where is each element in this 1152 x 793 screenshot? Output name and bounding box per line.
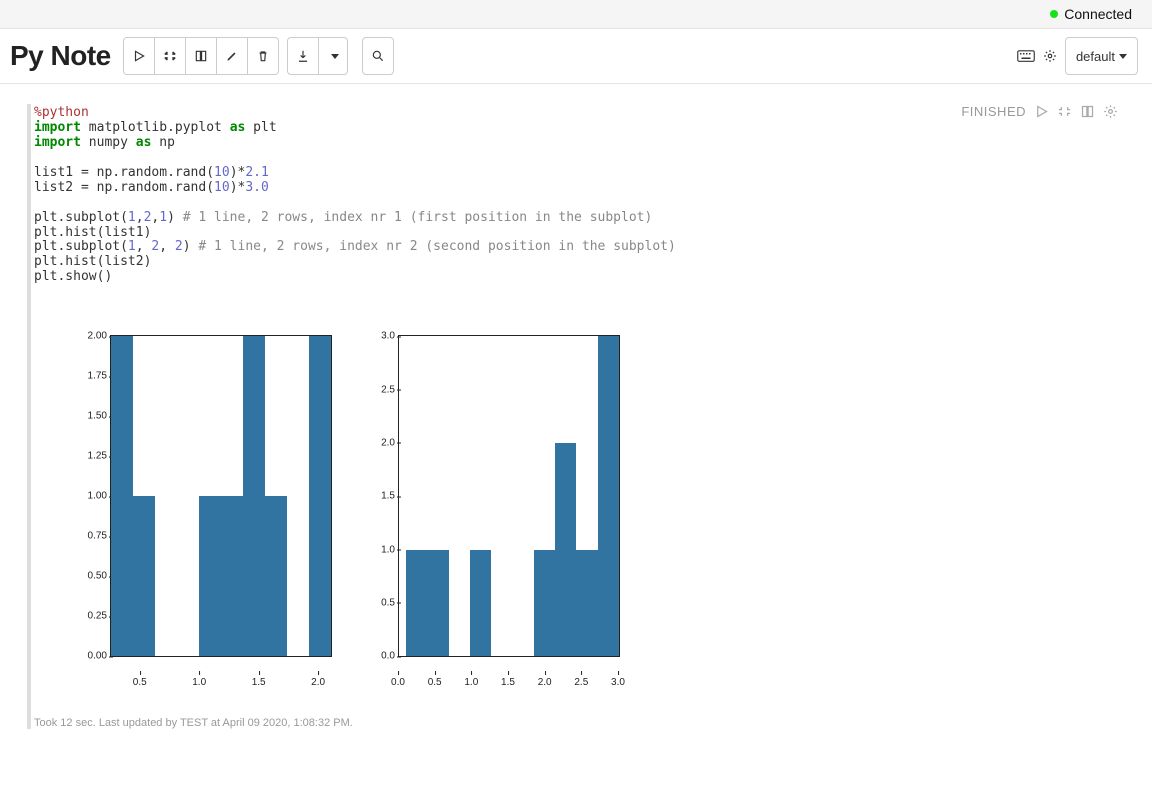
download-button[interactable]: [287, 37, 319, 75]
notebook-title[interactable]: Py Note: [10, 40, 111, 72]
xtick-label: 3.0: [611, 677, 625, 688]
cell-output: 0.000.250.500.751.001.251.501.752.00 0.5…: [74, 335, 1118, 673]
chevron-down-icon: [331, 54, 339, 59]
pencil-icon: [225, 49, 239, 63]
xtick-label: 1.0: [192, 677, 206, 688]
xtick-label: 1.5: [501, 677, 515, 688]
top-status-bar: Connected: [0, 0, 1152, 29]
code-editor[interactable]: %python import matplotlib.pyplot as plt …: [34, 104, 1118, 285]
ytick-label: 1.5: [363, 491, 395, 502]
histogram-right: 0.00.51.01.52.02.53.0 0.00.51.01.52.02.5…: [398, 335, 620, 673]
edit-button[interactable]: [217, 37, 248, 75]
compress-icon: [163, 49, 177, 63]
cell-status: FINISHED: [961, 104, 1026, 119]
download-menu-button[interactable]: [319, 37, 348, 75]
show-code-button[interactable]: [186, 37, 217, 75]
export-group: [287, 37, 348, 75]
cell-toolbar: FINISHED: [961, 104, 1118, 119]
notebook-body: FINISHED %python import matplotlib.pyplo…: [0, 84, 1152, 749]
histogram-bar: [428, 550, 449, 657]
run-all-button[interactable]: [123, 37, 155, 75]
settings-button[interactable]: [1043, 49, 1057, 63]
xtick-label: 0.0: [391, 677, 405, 688]
xtick-label: 1.5: [252, 677, 266, 688]
ytick-label: 2.00: [75, 331, 107, 342]
cell-footer: Took 12 sec. Last updated by TEST at Apr…: [34, 717, 1118, 729]
search-button[interactable]: [362, 37, 394, 75]
histogram-bar: [470, 550, 491, 657]
histogram-bar: [133, 496, 155, 656]
histogram-bar: [221, 496, 243, 656]
xtick-label: 2.0: [538, 677, 552, 688]
ytick-label: 1.00: [75, 491, 107, 502]
xtick-label: 0.5: [428, 677, 442, 688]
histogram-bar: [309, 336, 331, 656]
paragraph-settings-button[interactable]: [1103, 104, 1118, 119]
histogram-bar: [265, 496, 287, 656]
ytick-label: 3.0: [363, 331, 395, 342]
ytick-label: 1.25: [75, 451, 107, 462]
ytick-label: 0.0: [363, 651, 395, 662]
notebook-header: Py Note default: [0, 29, 1152, 84]
search-icon: [371, 49, 385, 63]
collapse-paragraph-button[interactable]: [1057, 104, 1072, 119]
ytick-label: 1.75: [75, 371, 107, 382]
trash-icon: [256, 49, 270, 63]
xtick-label: 2.5: [574, 677, 588, 688]
run-paragraph-button[interactable]: [1034, 104, 1049, 119]
ytick-label: 0.5: [363, 597, 395, 608]
ytick-label: 2.0: [363, 437, 395, 448]
interpreter-select[interactable]: default: [1065, 37, 1138, 75]
xtick-label: 2.0: [311, 677, 325, 688]
ytick-label: 0.00: [75, 651, 107, 662]
interpreter-label: default: [1076, 49, 1115, 64]
ytick-label: 0.75: [75, 531, 107, 542]
xtick-label: 1.0: [464, 677, 478, 688]
ytick-label: 1.0: [363, 544, 395, 555]
ytick-label: 0.50: [75, 571, 107, 582]
connection-dot-icon: [1050, 10, 1058, 18]
collapse-button[interactable]: [155, 37, 186, 75]
ytick-label: 2.5: [363, 384, 395, 395]
chevron-down-icon: [1119, 54, 1127, 59]
header-right-controls: default: [1017, 37, 1138, 75]
play-icon: [132, 49, 146, 63]
histogram-bar: [111, 336, 133, 656]
histogram-bar: [243, 336, 265, 656]
cell-gutter: [27, 104, 31, 729]
delete-button[interactable]: [248, 37, 279, 75]
download-icon: [296, 49, 310, 63]
toggle-output-button[interactable]: [1080, 104, 1095, 119]
xtick-label: 0.5: [133, 677, 147, 688]
histogram-bar: [406, 550, 427, 657]
paragraph-cell: FINISHED %python import matplotlib.pyplo…: [14, 104, 1138, 729]
histogram-bar: [555, 443, 576, 656]
histogram-bar: [534, 550, 555, 657]
ytick-label: 1.50: [75, 411, 107, 422]
book-icon: [194, 49, 208, 63]
histogram-bar: [598, 336, 619, 656]
keyboard-icon[interactable]: [1017, 49, 1035, 63]
histogram-left: 0.000.250.500.751.001.251.501.752.00 0.5…: [110, 335, 332, 673]
run-group: [123, 37, 279, 75]
histogram-bar: [576, 550, 597, 657]
histogram-bar: [199, 496, 221, 656]
ytick-label: 0.25: [75, 611, 107, 622]
connection-status: Connected: [1064, 6, 1132, 22]
